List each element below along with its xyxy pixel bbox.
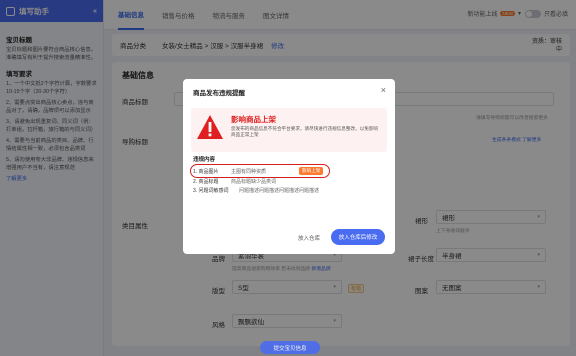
warehouse-and-edit-button[interactable]: 放入仓库后修改	[331, 229, 385, 245]
put-in-warehouse-button[interactable]: 放入仓库	[298, 234, 320, 242]
violations-title: 违规内容	[193, 157, 216, 163]
warning-title: 影响商品上架	[231, 115, 276, 124]
warning-panel: 影响商品上架 您发布的商品信息不符合平台要求，请尽快进行违规信息整改，以免影响商…	[191, 108, 387, 152]
violation-name: 1. 商品图片	[193, 169, 219, 175]
violation-desc: 商品标题缺少品类词	[231, 179, 277, 185]
violation-name: 2. 商品标题	[193, 179, 219, 185]
violation-name: 3. 问题词敏感词	[193, 188, 229, 194]
violation-item-1: 1. 商品图片 主图有同种资质 影响上架	[193, 167, 324, 175]
submit-button[interactable]: 提交宝贝信息	[260, 341, 320, 354]
violation-item-2: 2. 商品标题 商品标题缺少品类词	[193, 178, 276, 185]
warning-icon	[197, 115, 223, 139]
violation-modal: 商品发布违规提醒 × 影响商品上架 您发布的商品信息不符合平台要求，请尽快进行违…	[183, 79, 395, 254]
violation-badge: 影响上架	[299, 167, 324, 175]
close-icon[interactable]: ×	[381, 85, 386, 95]
violation-item-3: 3. 问题词敏感词 问题描述问题描述问题描述问题描述	[193, 187, 319, 194]
warning-text: 您发布的商品信息不符合平台要求，请尽快进行违规信息整改，以免影响商品正常上架	[231, 126, 379, 138]
violation-desc: 主图有同种资质	[231, 169, 267, 175]
modal-title: 商品发布违规提醒	[193, 90, 245, 97]
violation-desc: 问题描述问题描述问题描述问题描述	[239, 188, 320, 194]
